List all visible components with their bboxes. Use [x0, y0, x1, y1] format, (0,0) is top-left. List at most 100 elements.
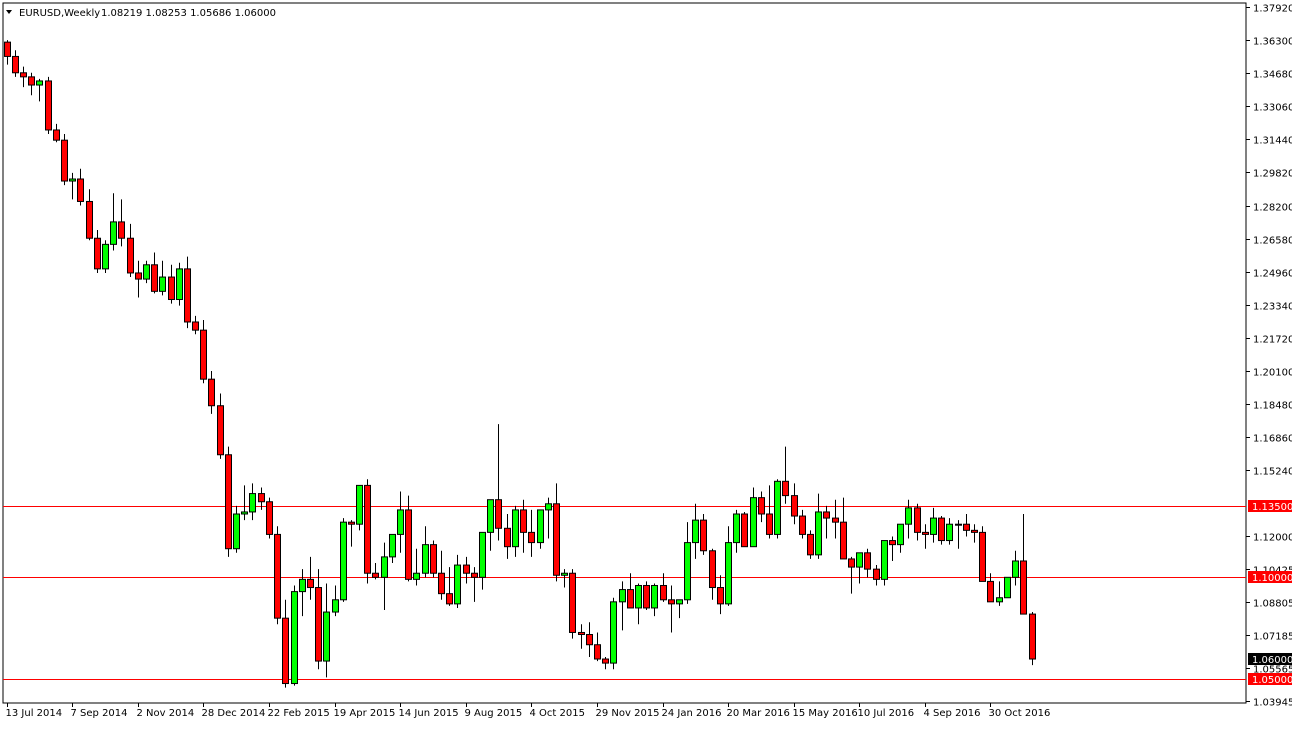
y-tick-label: 1.31440	[1253, 136, 1292, 147]
candle	[684, 522, 691, 604]
candle-body	[963, 523, 970, 531]
candle-body	[537, 509, 544, 544]
y-tick-label: 1.34680	[1253, 70, 1292, 81]
candle	[905, 499, 912, 539]
candle	[299, 569, 306, 617]
candle-body	[53, 129, 60, 141]
candle-body	[463, 564, 470, 574]
candle	[471, 567, 478, 602]
candle-body	[864, 552, 871, 570]
candle-body	[569, 572, 576, 633]
level-tag-label: 1.05000	[1252, 675, 1292, 686]
candle-body	[955, 523, 962, 526]
candle	[413, 548, 420, 586]
candle-body	[946, 523, 953, 542]
candle	[446, 567, 453, 606]
candle-body	[4, 41, 11, 57]
candle-body	[635, 584, 642, 609]
candle-body	[454, 564, 461, 605]
candle-body	[291, 591, 298, 685]
candle-body	[512, 509, 519, 548]
candle	[504, 513, 511, 559]
candle-body	[1020, 560, 1027, 615]
candle	[77, 168, 84, 206]
candle-body	[217, 405, 224, 456]
candle-body	[520, 509, 527, 533]
candle-body	[504, 527, 511, 548]
candle-body	[135, 272, 142, 280]
candle	[627, 573, 634, 609]
candle-body	[832, 517, 839, 523]
candle-body	[660, 584, 667, 601]
candle	[348, 520, 355, 547]
y-tick-label: 1.20100	[1253, 368, 1292, 379]
y-tick-label: 1.37920	[1253, 4, 1292, 15]
level-tag-label: 1.13500	[1252, 502, 1292, 513]
y-tick-label: 1.03945	[1253, 698, 1292, 709]
candle	[315, 569, 322, 670]
candle-body	[307, 578, 314, 589]
x-tick-label: 24 Jan 2016	[662, 708, 722, 719]
candle	[307, 556, 314, 600]
candle	[176, 262, 183, 306]
candle	[479, 531, 486, 590]
candle	[332, 585, 339, 617]
candle	[619, 581, 626, 631]
candle-body	[495, 499, 502, 529]
candle	[102, 240, 109, 273]
candle	[438, 550, 445, 600]
level-tag-label: 1.10000	[1252, 573, 1292, 584]
candle-body	[725, 542, 732, 605]
candle-body	[143, 264, 150, 280]
candle	[545, 497, 552, 539]
candle	[323, 583, 330, 678]
candle-body	[799, 515, 806, 535]
candle	[241, 485, 248, 521]
candle-body	[897, 523, 904, 546]
symbol-menu-icon[interactable]	[6, 10, 12, 14]
x-tick-label: 9 Aug 2015	[465, 708, 523, 719]
candle-body	[348, 521, 355, 525]
x-tick-label: 20 Mar 2016	[727, 708, 790, 719]
candle	[168, 264, 175, 304]
candle-body	[86, 200, 93, 239]
candle	[815, 493, 822, 559]
candle-body	[848, 558, 855, 568]
candle-body	[619, 589, 626, 603]
candle	[208, 371, 215, 414]
candle-body	[938, 517, 945, 542]
candle-body	[709, 550, 716, 589]
y-tick-label: 1.29820	[1253, 169, 1292, 180]
candle-body	[315, 587, 322, 662]
candle	[127, 223, 134, 278]
y-tick-label: 1.26580	[1253, 236, 1292, 247]
candle-body	[258, 493, 265, 503]
candle	[717, 575, 724, 615]
candle-body	[208, 378, 215, 407]
candle	[930, 507, 937, 543]
candle-body	[741, 513, 748, 548]
candle	[1012, 550, 1019, 586]
candle-body	[364, 484, 371, 574]
candle-body	[372, 572, 379, 578]
candle-body	[274, 533, 281, 619]
candle	[676, 599, 683, 619]
x-tick-label: 30 Oct 2016	[989, 708, 1051, 719]
y-tick-label: 1.07185	[1253, 632, 1292, 643]
candle	[537, 509, 544, 549]
candle-body	[282, 617, 289, 685]
candle	[86, 189, 93, 241]
candle-body	[323, 611, 330, 662]
candle	[946, 518, 953, 545]
candle-body	[233, 513, 240, 550]
candle-body	[413, 572, 420, 580]
candle	[832, 499, 839, 539]
candle	[823, 505, 830, 539]
candle-body	[823, 511, 830, 519]
candle-body	[61, 139, 68, 182]
candle-body	[881, 540, 888, 580]
candle	[512, 505, 519, 557]
candle	[340, 518, 347, 602]
candle	[463, 556, 470, 584]
x-tick-label: 13 Jul 2014	[6, 708, 63, 719]
